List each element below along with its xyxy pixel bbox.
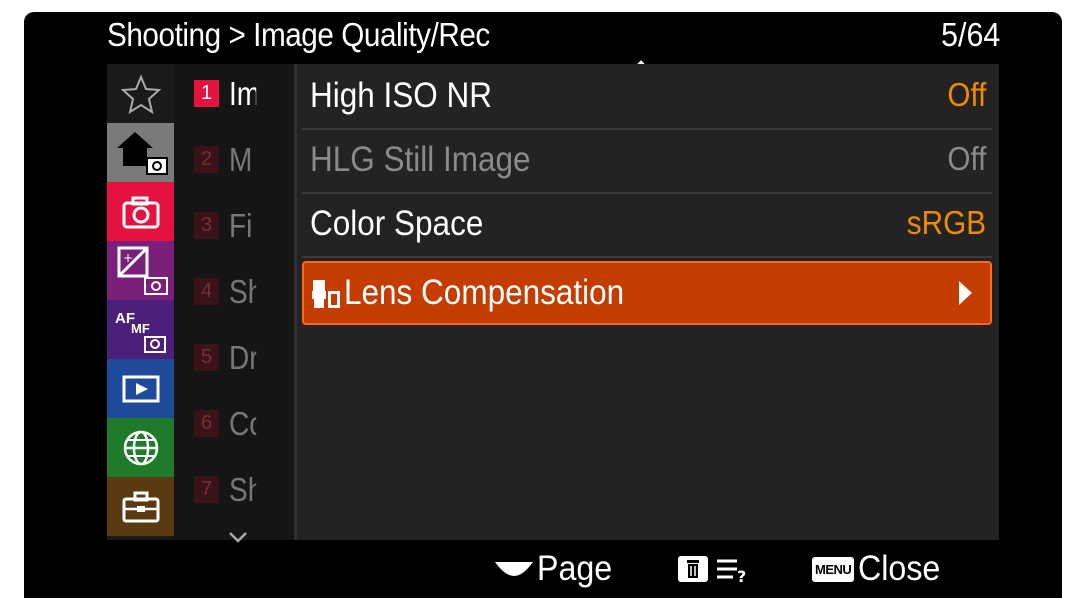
submenu-number: 4	[194, 278, 219, 305]
close-guide[interactable]: MENU Close	[812, 546, 948, 592]
lens-compensation-icon	[312, 280, 340, 308]
breadcrumb: Shooting > Image Quality/Rec	[107, 16, 490, 53]
tab-setup[interactable]	[107, 477, 174, 536]
setting-label: HLG Still Image	[310, 140, 531, 179]
home-camera-icon	[116, 131, 168, 175]
submenu-item-7[interactable]: 7 Sh	[194, 460, 294, 519]
submenu-number: 5	[194, 344, 219, 371]
submenu-number: 1	[194, 80, 219, 107]
setting-label: Color Space	[310, 204, 484, 243]
playback-icon	[122, 375, 159, 402]
tab-network[interactable]	[107, 418, 174, 477]
menu-content: + AF MF 1 I 2 M 3 Fi 4 S 5 Dr 6 C 7 S Hi…	[107, 64, 999, 543]
tab-exposure[interactable]: +	[107, 241, 174, 300]
exposure-camera-icon: +	[117, 246, 168, 295]
setting-value: Off	[946, 76, 986, 113]
submenu-item-5[interactable]: 5 Dr	[194, 328, 294, 387]
trash-icon	[678, 556, 708, 582]
menu-header: Shooting > Image Quality/Rec 5/64	[24, 12, 1062, 71]
globe-icon	[123, 430, 158, 465]
af-mf-camera-icon: AF MF	[115, 310, 166, 353]
camera-menu-screen: Shooting > Image Quality/Rec 5/64 + AF M…	[24, 12, 1062, 598]
submenu-label: Co	[229, 404, 256, 442]
submenu-label: M	[229, 140, 253, 178]
submenu-arrow-icon	[959, 281, 972, 305]
help-list-icon: ?	[717, 559, 746, 584]
setting-value: sRGB	[906, 204, 986, 241]
submenu-label: Im	[229, 74, 256, 112]
svg-text:MF: MF	[131, 321, 150, 336]
submenu-label: Fi	[229, 206, 253, 244]
star-icon	[120, 73, 161, 114]
submenu-item-4[interactable]: 4 Sh	[194, 262, 294, 321]
page-guide[interactable]: Page	[493, 546, 619, 592]
setting-lens-compensation[interactable]: Lens Compensation	[302, 261, 992, 325]
submenu-item-2[interactable]: 2 M	[194, 130, 294, 189]
submenu-label: Sh	[229, 272, 256, 310]
page-indicator: 5/64	[940, 16, 1000, 53]
submenu-number: 6	[194, 410, 219, 437]
submenu-number: 2	[194, 146, 219, 173]
category-tabs: + AF MF	[107, 64, 174, 540]
svg-text:?: ?	[737, 567, 746, 584]
tab-playback[interactable]	[107, 359, 174, 418]
submenu-number: 3	[194, 212, 219, 239]
tab-shooting[interactable]	[107, 182, 174, 241]
svg-text:+: +	[123, 251, 133, 265]
menu-footer: Page ? MENU Close	[24, 540, 1062, 598]
setting-hlg-still-image: HLG Still Image Off	[302, 130, 992, 194]
settings-list: High ISO NR Off HLG Still Image Off Colo…	[297, 64, 999, 540]
tab-favorites[interactable]	[107, 64, 174, 123]
tab-focus[interactable]: AF MF	[107, 300, 174, 359]
menu-button-icon: MENU	[812, 556, 855, 582]
camera-icon	[122, 196, 159, 228]
submenu-list: 1 Im 2 M 3 Fi 4 Sh 5 Dr 6 Co	[174, 64, 294, 540]
submenu-item-1[interactable]: 1 Im	[194, 64, 294, 123]
setting-label: Lens Compensation	[344, 273, 625, 312]
page-label: Page	[537, 549, 613, 588]
close-label: Close	[858, 549, 941, 588]
submenu-item-3[interactable]: 3 Fi	[194, 196, 294, 255]
submenu-item-6[interactable]: 6 Co	[194, 394, 294, 453]
tab-main[interactable]	[107, 123, 174, 182]
help-guide[interactable]: ?	[677, 546, 751, 592]
submenu-label: Sh	[229, 470, 256, 508]
setting-high-iso-nr[interactable]: High ISO NR Off	[302, 66, 992, 130]
control-wheel-icon	[495, 562, 533, 576]
submenu-label: Dr	[229, 338, 257, 376]
setting-label: High ISO NR	[310, 76, 493, 115]
setting-color-space[interactable]: Color Space sRGB	[302, 194, 992, 258]
setting-value: Off	[946, 140, 986, 177]
toolbox-icon	[122, 491, 159, 522]
submenu-number: 7	[194, 476, 219, 503]
